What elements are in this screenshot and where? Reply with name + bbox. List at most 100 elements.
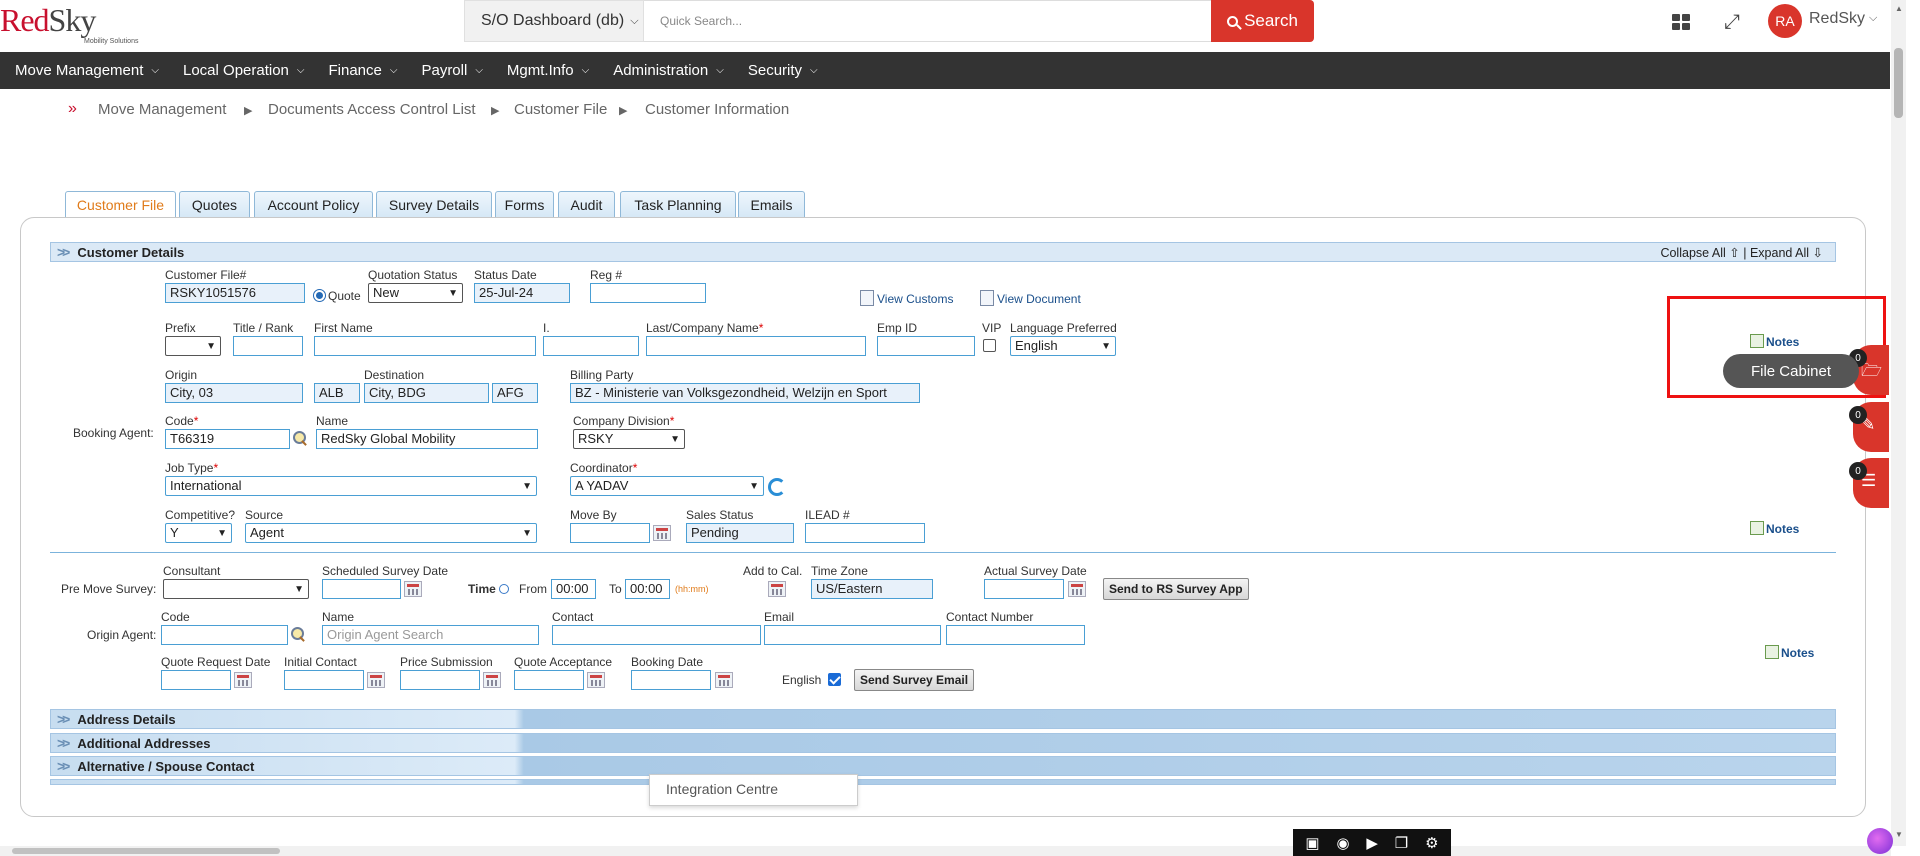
breadcrumb-item[interactable]: Move Management <box>98 101 226 118</box>
fullscreen-icon[interactable]: ⤢ <box>1724 12 1740 32</box>
tab-customer-file[interactable]: Customer File <box>65 191 176 217</box>
language-select[interactable]: English ▼ <box>1010 336 1116 356</box>
tab-audit[interactable]: Audit <box>558 191 615 217</box>
competitive-select[interactable]: Y ▼ <box>165 523 232 543</box>
quote-acceptance-input[interactable] <box>514 670 584 690</box>
calendar-icon[interactable] <box>653 525 671 541</box>
job-type-select[interactable]: International ▼ <box>165 476 537 496</box>
initial-input[interactable] <box>543 336 639 356</box>
move-by-input[interactable] <box>570 523 650 543</box>
send-to-rs-survey-app-button[interactable]: Send to RS Survey App <box>1103 578 1249 600</box>
quotation-status-select[interactable]: New ▼ <box>368 283 463 303</box>
nav-move-management[interactable]: Move Management ⌵ <box>15 62 159 79</box>
calendar-icon[interactable] <box>367 672 385 688</box>
quote-request-date-input[interactable] <box>161 670 231 690</box>
english-checkbox[interactable] <box>828 673 841 686</box>
origin-agent-code-input[interactable] <box>161 625 288 645</box>
camera-icon[interactable]: ◉ <box>1336 834 1349 852</box>
notes-link[interactable]: Notes <box>1765 645 1814 660</box>
vip-checkbox[interactable] <box>983 339 996 352</box>
actual-survey-date-input[interactable] <box>984 579 1064 599</box>
tab-account-policy[interactable]: Account Policy <box>254 191 373 217</box>
booking-agent-name-input[interactable]: RedSky Global Mobility <box>316 429 538 449</box>
nav-payroll[interactable]: Payroll ⌵ <box>421 62 482 79</box>
notes-link[interactable]: Notes <box>1750 521 1799 536</box>
booking-date-input[interactable] <box>631 670 711 690</box>
section-address-details[interactable]: >> Address Details <box>50 709 1836 729</box>
breadcrumb-item[interactable]: Documents Access Control List <box>268 101 476 118</box>
nav-mgmt-info[interactable]: Mgmt.Info ⌵ <box>507 62 589 79</box>
apps-grid-icon[interactable] <box>1672 14 1690 30</box>
tab-survey-details[interactable]: Survey Details <box>376 191 492 217</box>
source-select[interactable]: Agent ▼ <box>245 523 537 543</box>
calendar-icon[interactable] <box>483 672 501 688</box>
nav-administration[interactable]: Administration ⌵ <box>613 62 724 79</box>
copy-icon[interactable]: ❐ <box>1395 834 1408 852</box>
scrollbar-thumb[interactable] <box>1894 48 1903 118</box>
crop-icon[interactable]: ▣ <box>1305 834 1319 852</box>
initial-contact-input[interactable] <box>284 670 364 690</box>
dashboard-select[interactable]: S/O Dashboard (db) ⌵ <box>464 0 644 42</box>
nav-local-operation[interactable]: Local Operation ⌵ <box>183 62 305 79</box>
gear-icon[interactable]: ⚙ <box>1425 834 1438 852</box>
horizontal-scrollbar[interactable] <box>0 846 1891 856</box>
price-submission-input[interactable] <box>400 670 480 690</box>
add-to-calendar-icon[interactable] <box>768 581 786 597</box>
last-name-input[interactable] <box>646 336 866 356</box>
consultant-select[interactable]: ▼ <box>163 579 309 599</box>
section-customer-details[interactable]: >> Customer Details Collapse All ⇧ | Exp… <box>50 242 1836 262</box>
calendar-icon[interactable] <box>715 672 733 688</box>
prefix-select[interactable]: ▼ <box>165 336 221 356</box>
section-additional-addresses[interactable]: >> Additional Addresses <box>50 733 1836 753</box>
refresh-icon[interactable] <box>768 478 786 496</box>
redsky-logo[interactable]: RedSky Mobility Solutions <box>0 2 138 48</box>
scheduled-survey-date-input[interactable] <box>322 579 401 599</box>
quote-radio[interactable] <box>313 289 326 302</box>
breadcrumb-item[interactable]: Customer File <box>514 101 607 118</box>
reg-input[interactable] <box>590 283 706 303</box>
tab-forms[interactable]: Forms <box>495 191 554 217</box>
email-input[interactable] <box>764 625 941 645</box>
calendar-icon[interactable] <box>404 581 422 597</box>
search-button[interactable]: Search <box>1211 0 1314 42</box>
title-rank-input[interactable] <box>233 336 303 356</box>
first-name-input[interactable] <box>314 336 536 356</box>
search-icon[interactable] <box>291 627 305 641</box>
avatar[interactable]: RA <box>1768 4 1802 38</box>
expand-icon[interactable]: ⇩ <box>1813 246 1823 260</box>
tab-quotes[interactable]: Quotes <box>179 191 250 217</box>
origin-agent-search-input[interactable]: Origin Agent Search <box>322 625 539 645</box>
vertical-scrollbar[interactable]: ▲ ▼ <box>1891 0 1906 846</box>
booking-agent-code-input[interactable]: T66319 <box>165 429 290 449</box>
send-survey-email-button[interactable]: Send Survey Email <box>854 669 975 691</box>
video-icon[interactable]: ▶ <box>1366 834 1378 852</box>
calendar-icon[interactable] <box>234 672 252 688</box>
scroll-down-icon[interactable]: ▼ <box>1895 830 1903 839</box>
quick-search-input[interactable]: Quick Search... <box>644 0 1212 42</box>
tab-emails[interactable]: Emails <box>738 191 805 217</box>
calendar-icon[interactable] <box>1068 581 1086 597</box>
scroll-up-icon[interactable]: ▲ <box>1895 4 1903 13</box>
from-time-input[interactable]: 00:00 <box>551 579 596 599</box>
section-alternative-spouse-contact[interactable]: >> Alternative / Spouse Contact <box>50 756 1836 776</box>
calendar-icon[interactable] <box>587 672 605 688</box>
integration-centre-popup[interactable]: Integration Centre <box>649 774 858 806</box>
coordinator-select[interactable]: A YADAV ▼ <box>570 476 764 496</box>
view-customs-link[interactable]: View Customs <box>860 290 953 306</box>
search-icon[interactable] <box>293 431 307 445</box>
to-time-input[interactable]: 00:00 <box>625 579 670 599</box>
view-document-link[interactable]: View Document <box>980 290 1081 306</box>
nav-finance[interactable]: Finance ⌵ <box>329 62 398 79</box>
tab-task-planning[interactable]: Task Planning <box>620 191 736 217</box>
collapse-all-link[interactable]: Collapse All <box>1660 246 1725 260</box>
nav-security[interactable]: Security ⌵ <box>748 62 818 79</box>
scrollbar-thumb[interactable] <box>12 848 280 854</box>
chevron-down-icon[interactable]: ⌵ <box>1869 12 1877 25</box>
user-name[interactable]: RedSky <box>1809 10 1865 28</box>
collapse-icon[interactable]: ⇧ <box>1729 246 1739 260</box>
contact-input[interactable] <box>552 625 761 645</box>
company-division-select[interactable]: RSKY ▼ <box>573 429 685 449</box>
ilead-input[interactable] <box>805 523 925 543</box>
emp-id-input[interactable] <box>877 336 975 356</box>
contact-number-input[interactable] <box>946 625 1085 645</box>
